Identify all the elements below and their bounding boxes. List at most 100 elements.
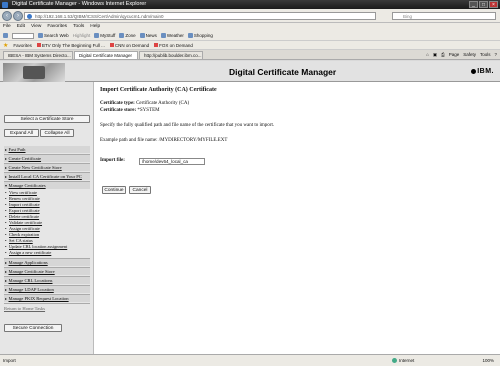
import-file-label: Import file: <box>100 158 125 163</box>
certificate-type-label: Certificate type: <box>100 101 135 106</box>
nav-install-ca-label: Install Local CA Certificate on Your PC <box>8 174 82 179</box>
favorites-star-icon[interactable]: ★ <box>3 42 8 49</box>
status-text: Import <box>3 358 16 363</box>
favorite-item[interactable]: FOX on Demand <box>154 42 193 48</box>
menu-view[interactable]: View <box>31 23 41 31</box>
toolbar-weather[interactable]: Weather <box>160 33 184 38</box>
import-instructions: Specify the fully qualified path and fil… <box>100 123 275 128</box>
nav-manage-applications[interactable]: Manage Applications <box>4 259 90 266</box>
certificate-store-row: Certificate store: *SYSTEM <box>100 108 160 113</box>
menu-tools[interactable]: Tools <box>73 23 84 31</box>
nav-sub-set-ca-status[interactable]: Set CA status <box>5 238 33 243</box>
expand-arrow-icon <box>5 148 7 151</box>
favorites-label[interactable]: Favorites <box>13 43 32 48</box>
example-label: Example path and file name: <box>100 138 158 143</box>
nav-create-store[interactable]: Create New Certificate Store <box>4 164 90 171</box>
nav-sub-update-crl[interactable]: Update CRL location assignment <box>5 244 67 249</box>
menu-bar: File Edit View Favorites Tools Help <box>0 23 500 31</box>
nav-sub-view-certificate[interactable]: View certificate <box>5 190 37 195</box>
nav-create-certificate[interactable]: Create Certificate <box>4 155 90 162</box>
security-zone-label: Internet <box>399 358 415 363</box>
tab-ibesa[interactable]: IBESA - IBM Systems Directo... <box>3 51 73 59</box>
nav-sub-export-certificate[interactable]: Export certificate <box>5 208 40 213</box>
page-icon <box>27 14 32 19</box>
nav-manage-ldap-label: Manage LDAP Location <box>8 287 54 292</box>
mystuff-icon <box>94 33 100 38</box>
toolbar-logo <box>3 33 8 38</box>
home-icon[interactable]: ⌂ <box>426 51 429 59</box>
nav-manage-store[interactable]: Manage Certificate Store <box>4 268 90 275</box>
nav-sub-delete-certificate[interactable]: Delete certificate <box>5 214 39 219</box>
zoom-level[interactable]: 100% <box>482 355 494 366</box>
nav-install-ca[interactable]: Install Local CA Certificate on Your PC <box>4 173 90 180</box>
expand-arrow-icon <box>5 279 7 282</box>
import-file-input[interactable]: /home/dev64_local_ca <box>139 158 205 165</box>
security-zone: Internet <box>392 355 414 366</box>
toolbar-zone[interactable]: Zone <box>119 33 136 38</box>
forward-button[interactable]: › <box>13 11 23 21</box>
menu-edit[interactable]: Edit <box>17 23 25 31</box>
favorites-bar: ★ Favorites BTV Only The Beginning Full … <box>0 41 500 50</box>
command-bar: ⌂ ▣ ⎙ Page Safety Tools ? <box>426 51 497 59</box>
collapse-all-button[interactable]: Collapse All <box>40 129 74 137</box>
favorite-site-icon <box>109 42 114 47</box>
favorite-item[interactable]: BTV Only The Beginning Full ... <box>36 42 105 48</box>
print-icon[interactable]: ⎙ <box>441 51 445 59</box>
select-certificate-store-button[interactable]: Select a Certificate Store <box>4 115 90 123</box>
ibm-globe-icon <box>471 68 477 74</box>
favorite-item-label: BTV Only The Beginning Full ... <box>41 42 105 48</box>
tools-menu[interactable]: Tools <box>480 51 491 59</box>
expand-all-button[interactable]: Expand All <box>4 129 39 137</box>
search-input[interactable]: Bing <box>392 12 496 20</box>
nav-sub-assign-certificate[interactable]: Assign certificate <box>5 226 40 231</box>
secure-connection-button[interactable]: Secure Connection <box>4 324 62 332</box>
nav-sub-renew-certificate[interactable]: Renew certificate <box>5 196 40 201</box>
nav-sub-assign-new-certificate[interactable]: Assign a new certificate <box>5 250 51 255</box>
page-menu[interactable]: Page <box>449 51 460 59</box>
search-placeholder: Bing <box>403 14 413 19</box>
continue-button[interactable]: Continue <box>102 186 126 194</box>
safety-menu[interactable]: Safety <box>463 51 476 59</box>
toolbar-shopping[interactable]: Shopping <box>187 33 213 38</box>
feeds-icon[interactable]: ▣ <box>433 51 437 59</box>
back-button[interactable]: ‹ <box>2 11 12 21</box>
toolbar-highlight-label: Highlight <box>72 33 91 38</box>
status-bar: Import Internet 100% <box>0 354 500 366</box>
nav-divider <box>4 303 90 304</box>
tab-digital-certificate-manager[interactable]: Digital Certificate Manager <box>74 51 138 59</box>
nav-manage-applications-label: Manage Applications <box>8 260 48 265</box>
nav-fast-path[interactable]: Fast Path <box>4 146 90 153</box>
nav-manage-crl[interactable]: Manage CRL Locations <box>4 277 90 284</box>
favorite-item[interactable]: CNN on Demand <box>109 42 149 48</box>
favorite-site-icon <box>36 42 41 47</box>
menu-favorites[interactable]: Favorites <box>47 23 67 31</box>
toolbar-news[interactable]: News <box>139 33 157 38</box>
nav-manage-ldap[interactable]: Manage LDAP Location <box>4 286 90 293</box>
menu-help[interactable]: Help <box>90 23 100 31</box>
minimize-button[interactable]: _ <box>469 1 478 8</box>
toolbar-search-web[interactable]: Search Web <box>38 33 69 38</box>
cancel-button[interactable]: Cancel <box>129 186 151 194</box>
close-button[interactable]: × <box>489 1 498 8</box>
nav-manage-pkix[interactable]: Manage PKIX Request Location <box>4 295 90 302</box>
menu-file[interactable]: File <box>3 23 11 31</box>
nav-manage-certificates[interactable]: Manage Certificates <box>4 182 90 189</box>
toolbar-logo-icon <box>3 33 8 38</box>
ibm-brand-text: IBM <box>477 68 492 75</box>
toolbar-mystuff[interactable]: MyStuff <box>94 33 115 38</box>
tab-publib[interactable]: http://publib.boulder.ibm.co... <box>139 51 203 59</box>
nav-sub-validate-certificate[interactable]: Validate certificate <box>5 220 42 225</box>
address-input[interactable]: http://192.168.1.53/QIBM/ICSS/Cert/Admin… <box>24 12 376 20</box>
import-file-row: Import file: <box>100 158 125 163</box>
toolbar-highlight[interactable]: Highlight <box>73 33 91 38</box>
certificate-store-label: Certificate store: <box>100 108 137 113</box>
maximize-button[interactable]: □ <box>479 1 488 8</box>
shopping-icon <box>187 33 193 38</box>
toolbar-search-input[interactable] <box>12 32 34 39</box>
nav-sub-import-certificate[interactable]: Import certificate <box>5 202 40 207</box>
address-url: http://192.168.1.53/QIBM/ICSS/Cert/Admin… <box>35 14 164 19</box>
collapse-arrow-icon <box>5 184 7 187</box>
nav-sub-check-expiration[interactable]: Check expiration <box>5 232 39 237</box>
return-to-home-link[interactable]: Return to Home Tasks <box>4 306 45 311</box>
help-icon[interactable]: ? <box>494 51 497 59</box>
